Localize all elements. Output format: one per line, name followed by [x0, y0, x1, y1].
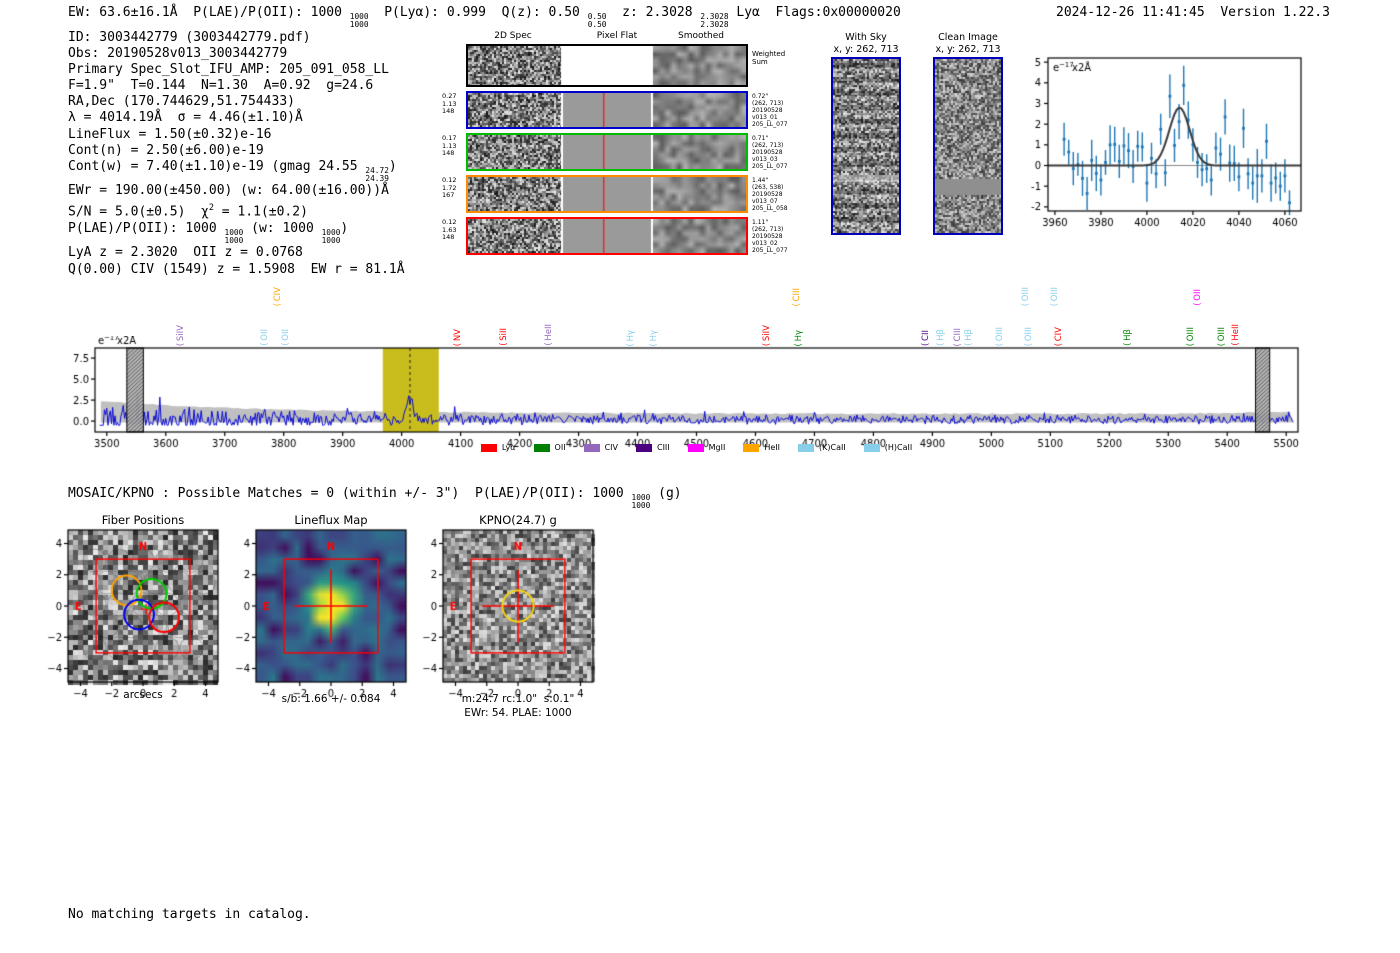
lineflux-map-panel: Lineflux Map s/b: 1.66 +/- 0.084 — [216, 503, 416, 713]
line-marker-ciii: ( CIII — [791, 287, 802, 306]
fiber-positions-plot — [28, 527, 228, 707]
kpno-plot — [403, 527, 603, 707]
legend-item-mgii: MgII — [687, 443, 725, 452]
footer-line-1: No matching targets in catalog. — [68, 907, 311, 922]
info-line: EWr = 190.00(±450.00) (w: 64.00(±16.00))… — [68, 183, 389, 199]
stacked-fraction: 1000 1000 — [349, 12, 369, 30]
2d-row — [466, 175, 748, 213]
legend-item-ciii: CIII — [635, 443, 670, 452]
2d-row-weights-label: 0.27 1.13 148 — [442, 92, 457, 116]
line-marker-oiii: ( OIII — [1050, 286, 1061, 306]
legend-swatch — [743, 443, 760, 452]
legend-swatch — [480, 443, 497, 452]
line-marker-oiii: ( OIII — [1020, 286, 1031, 306]
legend-swatch — [583, 443, 600, 452]
2d-row-fiber-label: 0.72" (262, 713) 20190528 v013_01 205_LL_077 — [752, 93, 788, 128]
2d-row-fiber-label: 1.11" (262, 713) 20190528 v013_02 205_LL_077 — [752, 219, 788, 254]
fiber-positions-xlabel: arcsecs — [123, 689, 163, 701]
kpno-caption-ewr: EWr: 54. PLAE: 1000 — [464, 707, 572, 719]
legend-item-hcaii: (H)CaII — [863, 443, 912, 452]
legend-swatch — [687, 443, 704, 452]
2d-row-image — [468, 219, 746, 253]
with-sky-image — [831, 57, 901, 235]
2d-row-image — [468, 93, 746, 127]
line-marker-oii: ( OII — [1192, 289, 1203, 306]
stacked-fraction: 24.72 24.39 — [365, 166, 389, 184]
kpno-caption-aperture: m:24.7 rc:1.0" s:0.1" — [461, 693, 575, 705]
header-summary-line: EW: 63.6±16.1Å P(LAE)/P(OII): 1000 1000 1… — [68, 5, 901, 30]
lineflux-map-caption: s/b: 1.66 +/- 0.084 — [281, 693, 381, 705]
2d-row — [466, 217, 748, 255]
with-sky-xy: x, y: 262, 713 — [833, 43, 899, 55]
info-line: RA,Dec (170.744629,51.754433) — [68, 94, 295, 110]
2d-row-weights-label: 0.12 1.72 167 — [442, 176, 457, 200]
legend-item-kcaii: (K)CaII — [798, 443, 846, 452]
clean-image — [933, 57, 1003, 235]
2d-row-image — [468, 177, 746, 211]
kpno-panel: KPNO(24.7) g m:24.7 rc:1.0" s:0.1" EWr: … — [403, 503, 603, 728]
clean-image-title-text: Clean Image — [938, 32, 998, 43]
2d-row-weights-label: 0.12 1.63 148 — [442, 218, 457, 242]
with-sky-title-text: With Sky — [845, 32, 887, 43]
2d-row — [466, 44, 748, 87]
stacked-fraction: 0.50 0.50 — [587, 12, 607, 30]
lineflux-map-plot — [216, 527, 416, 707]
cutout-2d-rows — [466, 44, 748, 256]
info-line: F=1.9" T=0.144 N=1.30 A=0.92 g=24.6 — [68, 78, 374, 94]
fiber-positions-panel: Fiber Positions arcsecs — [28, 503, 228, 713]
info-line: Obs: 20190528v013_3003442779 — [68, 46, 288, 62]
info-line: LyA z = 2.3020 OII z = 0.0768 — [68, 245, 303, 261]
with-sky-title: With Sky x, y: 262, 713 — [824, 32, 908, 55]
legend-item-heii: HeII — [743, 443, 780, 452]
info-line: Primary Spec_Slot_IFU_AMP: 205_091_058_L… — [68, 62, 389, 78]
kpno-title: KPNO(24.7) g — [479, 513, 557, 527]
line-marker-civ: ( CIV — [272, 286, 283, 306]
2d-row-image — [468, 46, 746, 85]
clean-image-title: Clean Image x, y: 262, 713 — [926, 32, 1010, 55]
2d-row-weights-label: 0.17 1.13 148 — [442, 134, 457, 158]
info-line: ID: 3003442779 (3003442779.pdf) — [68, 30, 311, 45]
cutout-2d-title-smoothed: Smoothed — [678, 31, 724, 41]
clean-image-xy: x, y: 262, 713 — [935, 43, 1001, 55]
stacked-fraction: 1000 1000 — [321, 228, 341, 246]
2d-row-fiber-label: 0.71" (262, 713) 20190528 v013_03 205_LL_077 — [752, 135, 788, 170]
legend-item-lyα: Lyα — [480, 443, 516, 452]
stacked-fraction: 1000 1000 — [631, 493, 651, 511]
legend-item-civ: CIV — [583, 443, 618, 452]
footer-notes: No matching targets in catalog. Row inte… — [68, 877, 311, 953]
header-timestamp: 2024-12-26 11:41:45 Version 1.22.3 — [1056, 5, 1330, 20]
legend-swatch — [798, 443, 815, 452]
cutout-2d-title-spec: 2D Spec — [494, 31, 532, 41]
info-line: LineFlux = 1.50(±0.32)e-16 — [68, 126, 272, 142]
2d-row-fiber-label: Weighted Sum — [752, 50, 786, 66]
2d-row-fiber-label: 1.44" (263, 538) 20190528 v013_07 205_LL_058 — [752, 177, 788, 212]
stacked-fraction: 2.3028 2.3028 — [700, 12, 729, 30]
stacked-fraction: 1000 1000 — [224, 228, 244, 246]
2d-row — [466, 91, 748, 129]
lineflux-map-title: Lineflux Map — [294, 513, 368, 527]
2d-row-image — [468, 135, 746, 169]
info-line: Cont(w) = 7.40(±1.10)e-19 (gmag 24.55 24… — [68, 158, 397, 184]
detection-info-block: ID: 3003442779 (3003442779.pdf) Obs: 2019… — [68, 30, 405, 278]
info-line: λ = 4014.19Å σ = 4.46(±1.10)Å — [68, 110, 303, 126]
2d-row — [466, 133, 748, 171]
spectrum-legend: Lyα OII CIV CIII MgII HeII (K)CaII (H)CaII — [95, 443, 1298, 452]
info-line: P(LAE)/P(OII): 1000 1000 1000 (w: 1000 10… — [68, 220, 349, 246]
legend-swatch — [635, 443, 652, 452]
info-line: S/N = 5.0(±0.5) χ2 = 1.1(±0.2) — [68, 202, 308, 220]
legend-item-oii: OII — [533, 443, 566, 452]
info-line: Cont(n) = 2.50(±6.00)e-19 — [68, 142, 264, 158]
fiber-positions-title: Fiber Positions — [101, 513, 185, 527]
elixer-detection-report: EW: 63.6±16.1Å P(LAE)/P(OII): 1000 1000 1… — [0, 0, 1400, 953]
legend-swatch — [533, 443, 550, 452]
line-fit-spectrum-chart — [1003, 45, 1343, 235]
legend-swatch — [863, 443, 880, 452]
